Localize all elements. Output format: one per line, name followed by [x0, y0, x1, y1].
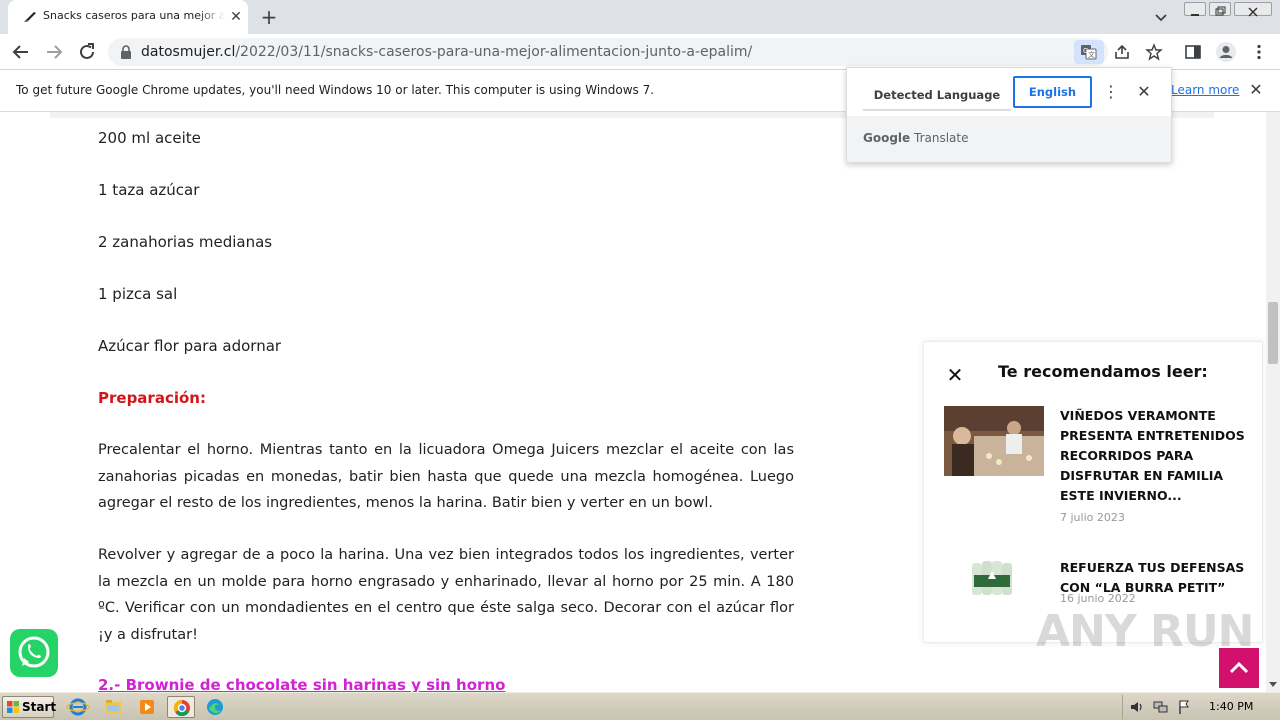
- recommend-heading: Te recomendamos leer:: [998, 362, 1208, 381]
- recommended-article-title[interactable]: VIÑEDOS VERAMONTE PRESENTA ENTRETENIDOS …: [1060, 406, 1250, 506]
- chrome-icon: [173, 699, 190, 717]
- google-translate-brand: Google Translate: [863, 131, 969, 145]
- scroll-down-arrow-icon[interactable]: [1269, 682, 1277, 688]
- tab-close-icon[interactable]: ✕: [228, 9, 244, 25]
- taskbar-explorer-button[interactable]: [99, 696, 127, 718]
- taskbar-edge-button[interactable]: [201, 696, 229, 718]
- article-thumbnail[interactable]: [944, 545, 1044, 615]
- taskbar-chrome-button[interactable]: [167, 696, 195, 718]
- taskbar-ie-button[interactable]: [64, 696, 92, 718]
- minimize-icon: [1191, 14, 1199, 16]
- ingredient-line: 2 zanahorias medianas: [98, 233, 273, 251]
- ingredient-line: 1 pizca sal: [98, 285, 178, 303]
- svg-text:文: 文: [1088, 50, 1095, 59]
- reload-icon[interactable]: [76, 41, 98, 63]
- info-bar-close-icon[interactable]: ✕: [1248, 81, 1264, 99]
- profile-icon[interactable]: [1215, 41, 1237, 63]
- browser-toolbar: datosmujer.cl/2022/03/11/snacks-caseros-…: [0, 34, 1280, 70]
- restore-icon: [1215, 6, 1226, 16]
- preparation-paragraph: Revolver y agregar de a poco la harina. …: [98, 547, 794, 643]
- ingredient-line: Azúcar flor para adornar: [98, 337, 282, 355]
- back-arrow-icon[interactable]: [10, 41, 32, 63]
- page-scrollbar[interactable]: [1266, 112, 1280, 692]
- lock-icon[interactable]: [120, 45, 132, 59]
- preparation-paragraph: Precalentar el horno. Mientras tanto en …: [98, 442, 794, 511]
- network-icon[interactable]: [1153, 700, 1169, 714]
- url-host: datosmujer.cl: [141, 44, 236, 60]
- scrollbar-thumb[interactable]: [1268, 302, 1278, 364]
- article-thumbnail[interactable]: [944, 406, 1044, 476]
- site-favicon-icon: [24, 12, 36, 22]
- media-player-icon: [140, 700, 154, 714]
- restore-button[interactable]: [1209, 2, 1231, 16]
- article-date: 7 julio 2023: [1060, 511, 1125, 524]
- start-button[interactable]: Start: [2, 696, 57, 718]
- close-icon[interactable]: ✕: [944, 364, 966, 386]
- kebab-menu-icon[interactable]: [1250, 43, 1268, 61]
- ie-icon: [66, 698, 90, 716]
- google-brand-word: Google: [863, 131, 911, 145]
- forward-arrow-icon[interactable]: [43, 41, 65, 63]
- edge-icon: [207, 699, 223, 715]
- translate-menu-icon[interactable]: ⋮: [1103, 82, 1119, 102]
- translate-popup: Detected Language English ⋮ ✕ Google Tra…: [846, 67, 1172, 163]
- whatsapp-button[interactable]: [10, 629, 58, 677]
- preparation-heading: Preparación:: [98, 389, 206, 407]
- english-tab[interactable]: English: [1013, 76, 1092, 108]
- system-tray: 1:40 PM: [1122, 695, 1278, 719]
- windows-taskbar: Start 1:40 PM: [0, 692, 1280, 720]
- info-bar-text: To get future Google Chrome updates, you…: [16, 83, 655, 97]
- recommend-widget: ✕ Te recomendamos leer: VIÑEDOS VERAMONT…: [923, 341, 1263, 643]
- tab-search-chevron-icon[interactable]: [1152, 8, 1170, 26]
- minimize-button[interactable]: [1184, 2, 1206, 16]
- ingredient-line: 1 taza azúcar: [98, 181, 200, 199]
- explorer-icon: [106, 700, 121, 713]
- address-bar[interactable]: datosmujer.cl/2022/03/11/snacks-caseros-…: [108, 38, 1108, 66]
- clock[interactable]: 1:40 PM: [1209, 700, 1253, 713]
- star-icon[interactable]: [1145, 43, 1163, 61]
- learn-more-link[interactable]: Learn more: [1171, 83, 1239, 97]
- browser-tab[interactable]: Snacks caseros para una mejor alimentaci…: [8, 0, 248, 34]
- action-center-flag-icon[interactable]: [1177, 699, 1191, 715]
- translate-close-icon[interactable]: ✕: [1135, 82, 1153, 102]
- product-photo-image: [944, 545, 1044, 615]
- taskbar-media-player-button[interactable]: [133, 696, 161, 718]
- translate-button[interactable]: G 文: [1074, 40, 1104, 64]
- translate-brand-word: Translate: [914, 131, 969, 145]
- detected-language-tab[interactable]: Detected Language: [863, 79, 1011, 111]
- url-path: /2022/03/11/snacks-caseros-para-una-mejo…: [235, 44, 753, 60]
- close-window-button[interactable]: [1234, 2, 1272, 17]
- tab-strip: Snacks caseros para una mejor alimentaci…: [0, 0, 1280, 34]
- ingredient-line: 200 ml aceite: [98, 129, 201, 147]
- translate-footer: Google Translate: [847, 116, 1171, 162]
- recipe-heading-link[interactable]: 2.- Brownie de chocolate sin harinas y s…: [98, 676, 505, 692]
- close-window-icon: [1248, 7, 1258, 17]
- windows-logo-icon: [7, 701, 19, 713]
- volume-icon[interactable]: [1129, 700, 1145, 714]
- web-page: 200 ml aceite 1 taza azúcar 2 zanahorias…: [0, 112, 1266, 692]
- translate-icon: G 文: [1081, 45, 1097, 60]
- new-tab-button[interactable]: +: [258, 6, 280, 28]
- side-panel-icon[interactable]: [1184, 43, 1202, 61]
- start-label: Start: [22, 700, 57, 714]
- share-icon[interactable]: [1113, 43, 1131, 61]
- url-text[interactable]: datosmujer.cl/2022/03/11/snacks-caseros-…: [141, 44, 752, 60]
- tab-title: Snacks caseros para una mejor alimentaci…: [43, 9, 225, 22]
- chevron-up-icon: [1229, 661, 1249, 674]
- back-to-top-button[interactable]: [1219, 648, 1259, 688]
- whatsapp-icon: [18, 636, 50, 668]
- article-date: 16 junio 2022: [1060, 592, 1136, 605]
- winery-photo-image: [944, 406, 1044, 476]
